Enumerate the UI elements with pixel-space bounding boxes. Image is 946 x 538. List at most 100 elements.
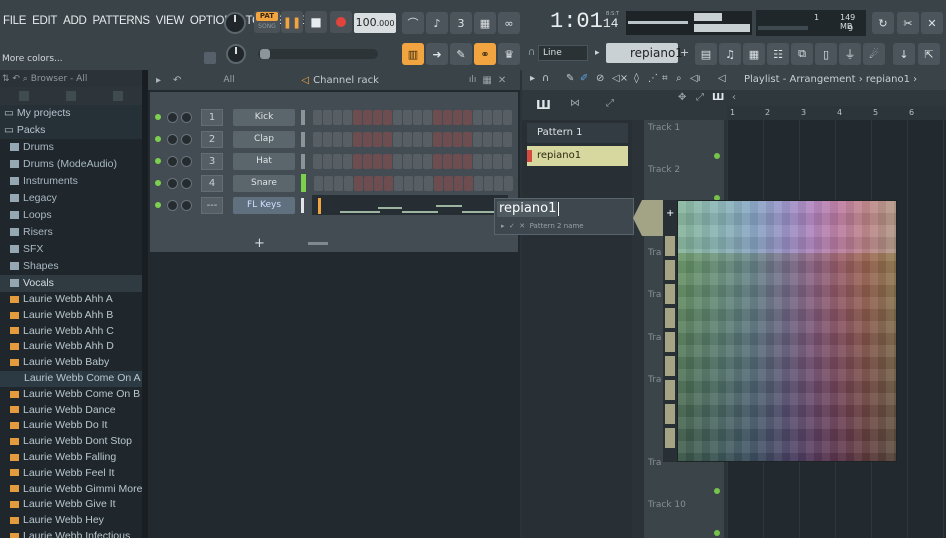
magnet-icon[interactable]: ∩ xyxy=(542,73,549,84)
browser-arrows-icon[interactable]: ⇅ ↶ ⌕ xyxy=(2,74,31,84)
add-channel-button[interactable]: + xyxy=(254,236,265,251)
step[interactable] xyxy=(373,153,382,169)
volume-knob[interactable] xyxy=(181,133,192,145)
pencil-icon[interactable]: ✎ xyxy=(566,73,574,84)
track-label[interactable]: Track 1 xyxy=(648,123,680,133)
pat-song-toggle[interactable]: PAT SONG xyxy=(254,11,280,33)
step[interactable] xyxy=(483,153,492,169)
add-pattern-button[interactable]: + xyxy=(680,45,690,61)
step[interactable] xyxy=(453,131,462,147)
mute-led[interactable] xyxy=(155,158,161,164)
step[interactable] xyxy=(403,153,412,169)
browser-item-drums-modeaudio[interactable]: Drums (ModeAudio) xyxy=(0,156,142,173)
step[interactable] xyxy=(393,109,402,125)
step[interactable] xyxy=(333,131,342,147)
select-icon[interactable]: ⌗ xyxy=(662,73,668,84)
channel-row-hat[interactable]: 3 Hat xyxy=(155,152,513,170)
menu-patterns[interactable]: PATTERNS xyxy=(89,10,152,34)
browser-item-shapes[interactable]: Shapes xyxy=(0,258,142,275)
browser-file[interactable]: Laurie Webb Hey xyxy=(0,513,142,529)
step[interactable] xyxy=(473,153,482,169)
playback-icon[interactable]: ◁ı xyxy=(690,73,700,84)
piano-roll-window-icon[interactable]: ♫ xyxy=(719,43,741,65)
channel-row-kick[interactable]: 1 Kick xyxy=(155,108,513,126)
step[interactable] xyxy=(444,175,453,191)
step[interactable] xyxy=(453,153,462,169)
metronome-icon[interactable]: ⌒ xyxy=(402,12,424,34)
browser-file[interactable]: Laurie Webb Do It xyxy=(0,418,142,434)
step[interactable] xyxy=(493,153,502,169)
step[interactable] xyxy=(354,175,363,191)
browser-item-vocals[interactable]: Vocals xyxy=(0,275,142,292)
step[interactable] xyxy=(393,153,402,169)
step[interactable] xyxy=(323,109,332,125)
step[interactable] xyxy=(413,131,422,147)
zoom-icon[interactable]: ⌕ xyxy=(676,73,682,84)
step[interactable] xyxy=(503,109,512,125)
step[interactable] xyxy=(453,109,462,125)
step[interactable] xyxy=(393,131,402,147)
step[interactable] xyxy=(443,131,452,147)
step[interactable] xyxy=(434,175,443,191)
step[interactable] xyxy=(403,109,412,125)
step[interactable] xyxy=(363,153,372,169)
menu-add[interactable]: ADD xyxy=(60,10,89,34)
plugin-picker-icon[interactable]: ⧉ xyxy=(791,43,813,65)
mixer-track-number[interactable]: 3 xyxy=(201,152,223,170)
mixer-track-number[interactable]: 2 xyxy=(201,130,223,148)
mute-icon[interactable]: ◁× xyxy=(612,73,628,84)
project-icon[interactable]: ▯ xyxy=(815,43,837,65)
channel-name-button[interactable]: Snare xyxy=(233,174,295,192)
step[interactable] xyxy=(364,175,373,191)
play-button[interactable]: ❚❚ xyxy=(281,11,303,33)
browser-tab-icon-3[interactable] xyxy=(113,91,124,101)
track-label[interactable]: Tra xyxy=(648,290,661,300)
browser-file[interactable]: Laurie Webb Give It xyxy=(0,497,142,513)
step[interactable] xyxy=(413,109,422,125)
step[interactable] xyxy=(403,131,412,147)
step[interactable] xyxy=(333,109,342,125)
pattern-item[interactable]: Pattern 1 xyxy=(527,123,628,143)
browser-tab-icon-1[interactable] xyxy=(18,91,29,101)
step[interactable] xyxy=(343,109,352,125)
channel-row-clap[interactable]: 2 Clap xyxy=(155,130,513,148)
chevron-right-icon[interactable]: ▸ xyxy=(530,73,535,84)
step[interactable] xyxy=(383,131,392,147)
browser-file[interactable]: Laurie Webb Feel It xyxy=(0,466,142,482)
step[interactable] xyxy=(383,153,392,169)
snap-select[interactable]: Line xyxy=(538,45,588,61)
browser-item-instruments[interactable]: Instruments xyxy=(0,173,142,190)
volume-knob[interactable] xyxy=(181,155,192,167)
browser-file[interactable]: Laurie Webb Infectious xyxy=(0,529,142,538)
browser-item-sfx[interactable]: SFX xyxy=(0,241,142,258)
step[interactable] xyxy=(413,153,422,169)
confirm-icon[interactable]: ✓ xyxy=(509,222,515,230)
step-edit-icon[interactable]: ▦ xyxy=(474,12,496,34)
channel-rack-icon[interactable]: ▦ xyxy=(743,43,765,65)
delete-icon[interactable]: ⊘ xyxy=(596,73,604,84)
pattern-prev-arrow[interactable]: ▸ xyxy=(595,45,605,61)
browser-file[interactable]: Laurie Webb Ahh D xyxy=(0,339,142,355)
browser-file[interactable]: Laurie Webb Falling xyxy=(0,450,142,466)
step[interactable] xyxy=(433,109,442,125)
slice-icon[interactable]: ⋰ xyxy=(648,73,658,84)
step[interactable] xyxy=(493,109,502,125)
pan-knob[interactable] xyxy=(167,155,178,167)
master-volume-knob[interactable] xyxy=(224,12,246,34)
share-icon[interactable]: ⇱ xyxy=(918,43,940,65)
timeline-ruler[interactable]: 1 2 3 4 5 6 xyxy=(727,106,946,120)
step[interactable] xyxy=(423,153,432,169)
menu-edit[interactable]: EDIT xyxy=(29,10,60,34)
audio-clip-icon[interactable]: ⋈ xyxy=(570,98,580,109)
color-swatch[interactable] xyxy=(665,404,675,424)
loop-record-icon[interactable]: ∞ xyxy=(498,12,520,34)
link-icon[interactable]: ⚭ xyxy=(474,43,496,65)
pan-knob[interactable] xyxy=(167,177,178,189)
slip-icon[interactable]: ◊ xyxy=(634,73,639,84)
chevron-right-icon[interactable]: ▸ xyxy=(501,222,505,230)
step[interactable] xyxy=(443,153,452,169)
step[interactable] xyxy=(423,109,432,125)
color-swatch[interactable] xyxy=(665,332,675,352)
browser-file[interactable]: Laurie Webb Ahh C xyxy=(0,324,142,340)
mute-led[interactable] xyxy=(155,180,161,186)
